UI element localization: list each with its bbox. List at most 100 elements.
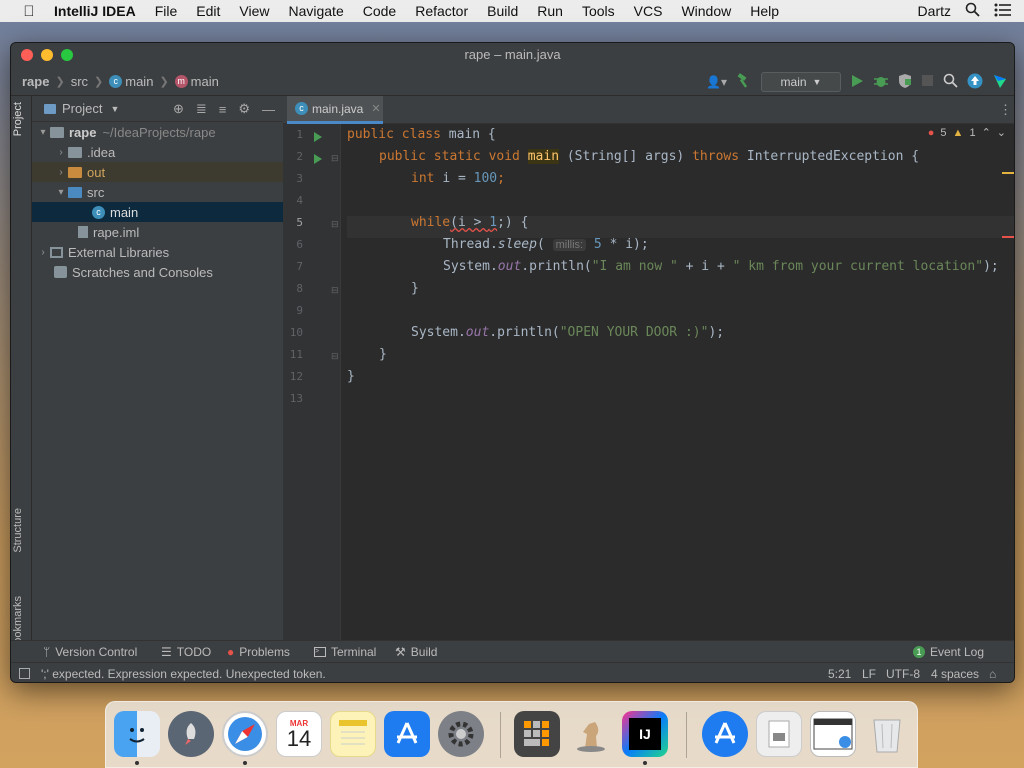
calculator-icon[interactable] bbox=[514, 711, 560, 757]
menu-navigate[interactable]: Navigate bbox=[288, 3, 343, 19]
apple-menu-icon[interactable]:  bbox=[20, 3, 38, 20]
tree-item-src[interactable]: ▾ src bbox=[32, 182, 283, 202]
trash-icon[interactable] bbox=[864, 711, 910, 757]
tree-item-project-root[interactable]: ▾ rape ~/IdeaProjects/rape bbox=[32, 122, 283, 142]
line-separator[interactable]: LF bbox=[862, 667, 876, 681]
hide-panel-icon[interactable]: — bbox=[262, 102, 275, 117]
menu-help[interactable]: Help bbox=[750, 3, 779, 19]
indent-setting[interactable]: 4 spaces bbox=[931, 667, 979, 681]
breadcrumb-src[interactable]: src ❯ bbox=[71, 74, 104, 89]
zoom-window-button[interactable] bbox=[61, 49, 73, 61]
warning-stripe[interactable] bbox=[1002, 172, 1014, 174]
toggle-tool-windows-icon[interactable] bbox=[19, 668, 30, 679]
tool-terminal[interactable]: > Terminal bbox=[314, 641, 376, 663]
control-center-icon[interactable] bbox=[994, 3, 1012, 20]
menu-window[interactable]: Window bbox=[681, 3, 731, 19]
update-arrow-icon[interactable] bbox=[967, 73, 983, 92]
debug-bug-icon[interactable] bbox=[873, 73, 889, 92]
menu-edit[interactable]: Edit bbox=[196, 3, 220, 19]
breadcrumb-class[interactable]: c main ❯ bbox=[109, 74, 169, 89]
intellij-idea-icon[interactable]: IJ bbox=[622, 711, 668, 757]
project-view-select[interactable]: Project bbox=[62, 101, 102, 116]
chevron-right-icon[interactable]: › bbox=[36, 247, 50, 258]
tool-build[interactable]: ⚒ Build bbox=[395, 641, 437, 663]
menu-code[interactable]: Code bbox=[363, 3, 396, 19]
tree-item-main[interactable]: c main bbox=[32, 202, 283, 222]
caret-position[interactable]: 5:21 bbox=[828, 667, 851, 681]
stop-icon[interactable] bbox=[921, 74, 934, 90]
tree-item-iml[interactable]: rape.iml bbox=[32, 222, 283, 242]
fold-icon[interactable]: ⊟ bbox=[331, 153, 339, 164]
code-area[interactable]: public class main { public static void m… bbox=[347, 124, 1014, 644]
apps-folder-icon[interactable] bbox=[702, 711, 748, 757]
tool-version-control[interactable]: ᛘ Version Control bbox=[43, 641, 137, 663]
tool-problems[interactable]: ● Problems bbox=[227, 641, 290, 663]
build-hammer-icon[interactable] bbox=[736, 72, 752, 92]
notes-icon[interactable] bbox=[330, 711, 376, 757]
inspection-widget[interactable]: ● 5 ▲ 1 ⌃ ⌄ bbox=[928, 126, 1006, 140]
iml-file-icon bbox=[78, 226, 88, 238]
menu-view[interactable]: View bbox=[239, 3, 269, 19]
run-icon[interactable] bbox=[850, 74, 864, 91]
menu-vcs[interactable]: VCS bbox=[634, 3, 663, 19]
menu-file[interactable]: File bbox=[155, 3, 178, 19]
tree-item-idea[interactable]: › .idea bbox=[32, 142, 283, 162]
close-tab-icon[interactable]: ✕ bbox=[371, 102, 380, 115]
expand-all-icon[interactable]: ≣ bbox=[196, 101, 207, 117]
user-account-icon[interactable]: 👤▾ bbox=[706, 75, 727, 89]
gear-icon[interactable]: ⚙ bbox=[238, 101, 250, 117]
calendar-icon[interactable]: MAR 14 bbox=[276, 711, 322, 757]
code-token: public static void bbox=[379, 149, 528, 164]
document-file-icon[interactable] bbox=[756, 711, 802, 757]
chevron-right-icon[interactable]: › bbox=[54, 147, 68, 158]
app-store-icon[interactable] bbox=[384, 711, 430, 757]
jetbrains-toolbox-icon[interactable] bbox=[992, 73, 1008, 92]
screenshot-window-icon[interactable] bbox=[810, 711, 856, 757]
coverage-shield-icon[interactable] bbox=[898, 73, 912, 92]
chevron-down-icon[interactable]: ▾ bbox=[54, 187, 68, 198]
menu-refactor[interactable]: Refactor bbox=[415, 3, 468, 19]
previous-problem-icon[interactable]: ⌃ bbox=[982, 126, 991, 139]
breadcrumb-method[interactable]: m main bbox=[174, 74, 219, 89]
tree-item-scratches[interactable]: Scratches and Consoles bbox=[32, 262, 283, 282]
lock-icon[interactable]: ⌂ bbox=[989, 667, 996, 681]
search-everywhere-icon[interactable] bbox=[943, 73, 958, 91]
run-configuration-select[interactable]: main ▼ bbox=[761, 72, 841, 92]
spotlight-search-icon[interactable] bbox=[965, 2, 980, 20]
tool-todo[interactable]: ☰ TODO bbox=[161, 641, 211, 663]
chevron-right-icon[interactable]: › bbox=[54, 167, 68, 178]
finder-icon[interactable] bbox=[114, 711, 160, 757]
safari-compass-icon[interactable] bbox=[222, 711, 268, 757]
run-gutter-icon[interactable] bbox=[313, 132, 323, 142]
user-name[interactable]: Dartz bbox=[918, 3, 951, 19]
next-problem-icon[interactable]: ⌄ bbox=[997, 126, 1006, 139]
run-gutter-icon[interactable] bbox=[313, 154, 323, 164]
collapse-all-icon[interactable]: ≡ bbox=[219, 102, 227, 117]
tool-event-log[interactable]: 1 Event Log bbox=[912, 641, 984, 663]
menu-run[interactable]: Run bbox=[537, 3, 563, 19]
close-window-button[interactable] bbox=[21, 49, 33, 61]
menu-tools[interactable]: Tools bbox=[582, 3, 615, 19]
fold-icon[interactable]: ⊟ bbox=[331, 351, 339, 362]
structure-tool-tab[interactable]: Structure bbox=[12, 508, 24, 553]
breadcrumb-project[interactable]: rape ❯ bbox=[22, 74, 65, 89]
tree-item-external-libraries[interactable]: › External Libraries bbox=[32, 242, 283, 262]
tree-item-out[interactable]: › out bbox=[32, 162, 283, 182]
chess-knight-icon[interactable] bbox=[568, 711, 614, 757]
file-encoding[interactable]: UTF-8 bbox=[886, 667, 920, 681]
chevron-down-icon[interactable]: ▾ bbox=[36, 127, 50, 138]
fold-icon[interactable]: ⊟ bbox=[331, 285, 339, 296]
fold-icon[interactable]: ⊟ bbox=[331, 219, 339, 230]
menu-app[interactable]: IntelliJ IDEA bbox=[54, 3, 136, 19]
status-message[interactable]: ';' expected. Expression expected. Unexp… bbox=[41, 667, 326, 681]
dropdown-arrow-icon[interactable]: ▼ bbox=[110, 104, 119, 114]
launchpad-rocket-icon[interactable] bbox=[168, 711, 214, 757]
system-preferences-gear-icon[interactable] bbox=[438, 711, 484, 757]
minimize-window-button[interactable] bbox=[41, 49, 53, 61]
more-options-icon[interactable]: ⋮ bbox=[999, 102, 1012, 118]
project-tool-tab[interactable]: Project bbox=[12, 102, 24, 136]
tab-main-java[interactable]: c main.java ✕ bbox=[287, 96, 383, 124]
error-stripe[interactable] bbox=[1002, 236, 1014, 238]
menu-build[interactable]: Build bbox=[487, 3, 518, 19]
locate-file-icon[interactable]: ⊕ bbox=[173, 101, 184, 117]
